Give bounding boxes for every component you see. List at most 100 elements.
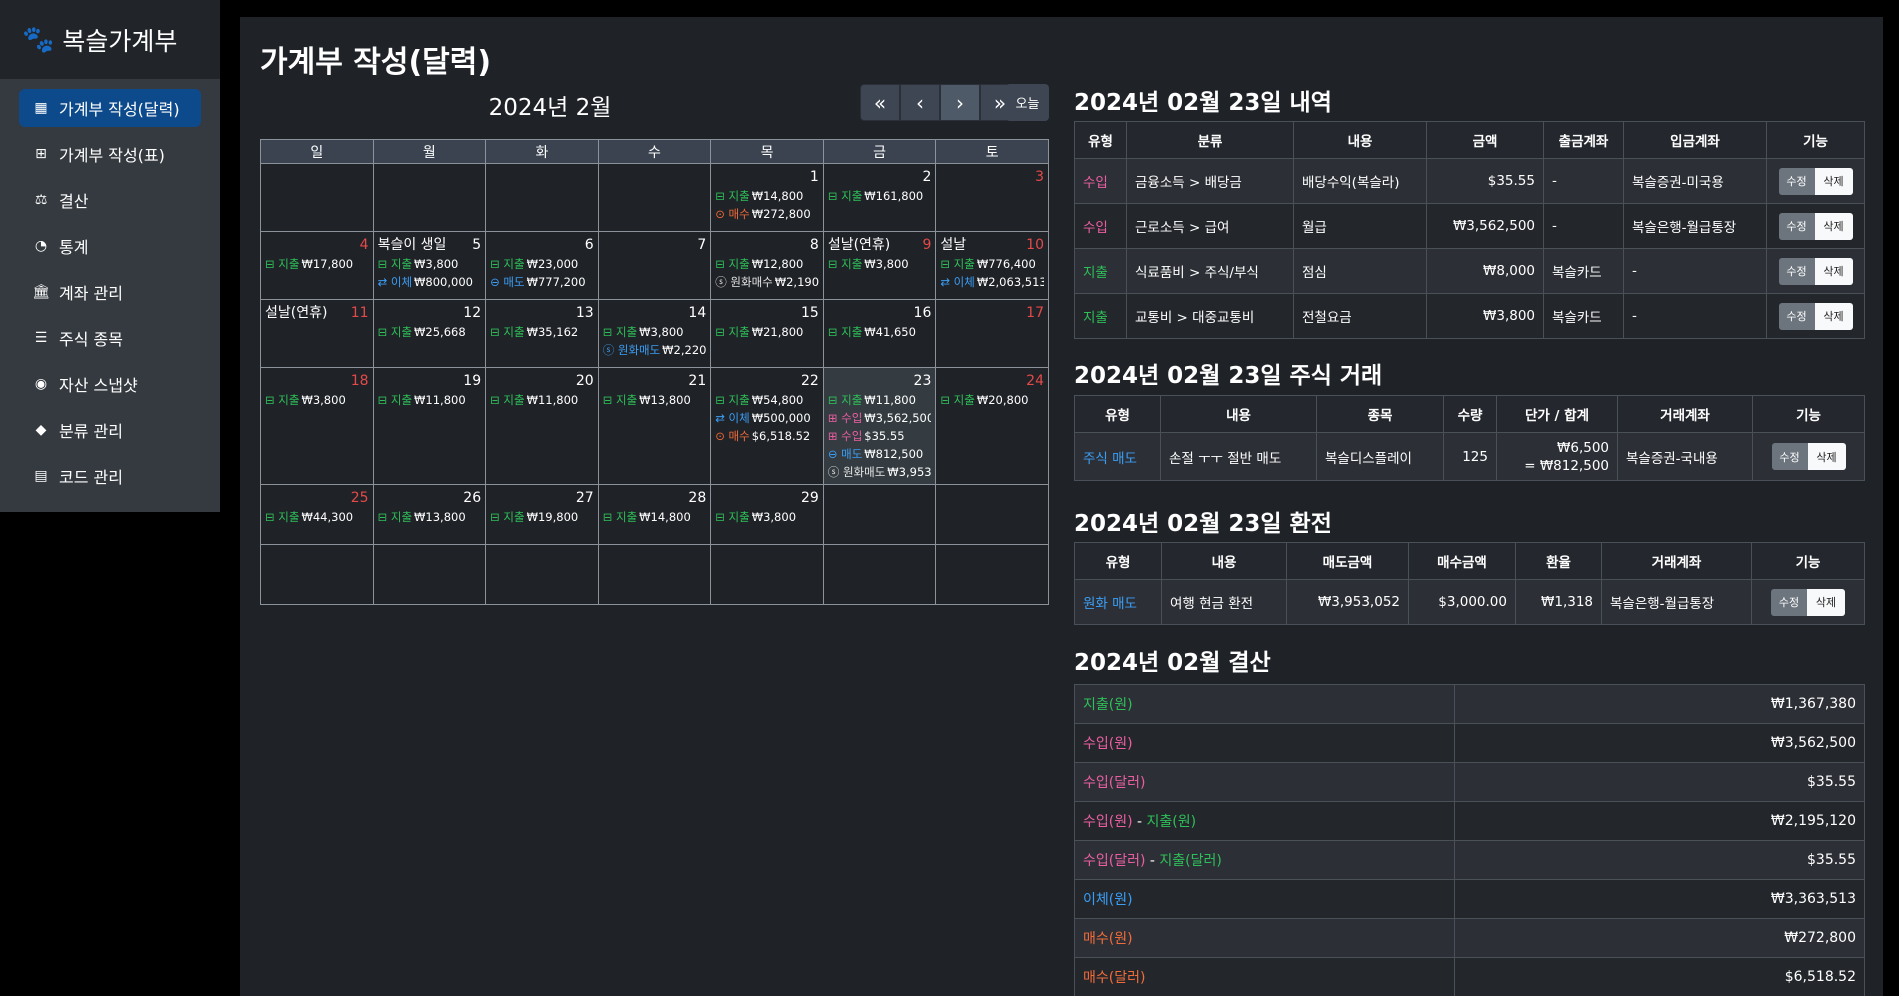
calendar-event[interactable]: ⊟ 지출 ₩11,800	[490, 391, 594, 409]
table-row[interactable]: 수입 금융소득 > 배당금 배당수익(복슬라) $35.55- 복슬증권-미국용 수정 삭제	[1074, 158, 1865, 204]
brand[interactable]: 🐾 복슬가계부	[0, 0, 220, 79]
sidebar-item-5[interactable]: ☰ 주식 종목	[19, 319, 201, 357]
calendar-day-cell[interactable]: 21 ⊟ 지출 ₩13,800	[597, 367, 712, 485]
table-row[interactable]: 주식 매도 손절 ㅜㅜ 절반 매도 복슬디스플레이 125 ₩6,500 = ₩812,5…	[1074, 432, 1865, 481]
calendar-event[interactable]: ⊟ 지출 ₩13,800	[603, 391, 707, 409]
sidebar-item-7[interactable]: ◆ 분류 관리	[19, 411, 201, 449]
calendar-event[interactable]: ⊟ 지출 ₩25,668	[378, 323, 482, 341]
table-row[interactable]: 지출 식료품비 > 주식/부식 점심 ₩8,000 복슬카드 - 수정 삭제	[1074, 248, 1865, 294]
calendar-event[interactable]: ⊟ 지출 ₩161,800	[828, 187, 932, 205]
calendar-event[interactable]: ⊟ 지출 ₩41,650	[828, 323, 932, 341]
calendar-event[interactable]: ⊙ 매수 $6,518.52	[715, 427, 819, 445]
calendar-event[interactable]: ⊟ 지출 ₩17,800	[265, 255, 369, 273]
sidebar-item-1[interactable]: ⊞ 가계부 작성(표)	[19, 135, 201, 173]
delete-button[interactable]: 삭제	[1807, 588, 1845, 616]
calendar-event[interactable]: ⊟ 지출 ₩14,800	[715, 187, 819, 205]
calendar-day-cell[interactable]: 1 ⊟ 지출 ₩14,800 ⊙ 매수 ₩272,800	[710, 163, 824, 232]
calendar-event[interactable]: ⊟ 지출 ₩21,800	[715, 323, 819, 341]
calendar-day-cell[interactable]: 25 ⊟ 지출 ₩44,300	[260, 484, 374, 545]
calendar-day-cell[interactable]: 15 ⊟ 지출 ₩21,800	[710, 299, 824, 368]
calendar-event[interactable]: ⊟ 지출 ₩3,800	[378, 255, 482, 273]
calendar-event[interactable]: ⊖ 매도 ₩812,500	[828, 445, 932, 463]
sidebar-item-6[interactable]: ◉ 자산 스냅샷	[19, 365, 201, 403]
edit-button[interactable]: 수정	[1778, 212, 1815, 240]
delete-button[interactable]: 삭제	[1814, 167, 1853, 195]
calendar-event[interactable]: ⊟ 지출 ₩3,800	[828, 255, 932, 273]
calendar-day-cell[interactable]: 27 ⊟ 지출 ₩19,800	[485, 484, 599, 545]
calendar-event[interactable]: ⊟ 지출 ₩776,400	[940, 255, 1044, 273]
calendar-event[interactable]: ⇄ 이체 ₩800,000	[378, 273, 482, 291]
calendar-event[interactable]: ⊟ 지출 ₩3,800	[603, 323, 707, 341]
delete-button[interactable]: 삭제	[1814, 257, 1853, 285]
sidebar-item-0[interactable]: ▦ 가계부 작성(달력)	[19, 89, 201, 127]
calendar-day-cell[interactable]: 6 ⊟ 지출 ₩23,000 ⊖ 매도 ₩777,200	[485, 231, 599, 300]
delete-button[interactable]: 삭제	[1807, 443, 1846, 470]
edit-button[interactable]: 수정	[1778, 302, 1815, 330]
calendar-event[interactable]: ⊟ 지출 ₩11,800	[378, 391, 482, 409]
summary-label: 매수(원)	[1074, 918, 1455, 958]
calendar-day-cell[interactable]: 23 ⊟ 지출 ₩11,800 ⊞ 수입 ₩3,562,500 ⊞ 수입 $35.55 ⊖ 매…	[822, 367, 937, 485]
prev-month-button[interactable]: ‹	[900, 84, 940, 121]
calendar-day-cell[interactable]: 2 ⊟ 지출 ₩161,800	[822, 163, 937, 232]
table-row[interactable]: 지출 교통비 > 대중교통비 전철요금 ₩3,800 복슬카드 - 수정 삭제	[1074, 293, 1865, 339]
calendar-event[interactable]: ⊞ 수입 $35.55	[828, 427, 932, 445]
calendar-event[interactable]: ⊟ 지출 ₩44,300	[265, 508, 369, 526]
calendar-event[interactable]: ⓢ 원화매도₩3,953,0	[828, 463, 932, 481]
calendar-event[interactable]: ⊟ 지출 ₩35,162	[490, 323, 594, 341]
delete-button[interactable]: 삭제	[1814, 302, 1853, 330]
calendar-event[interactable]: ⊟ 지출 ₩11,800	[828, 391, 932, 409]
calendar-day-cell[interactable]: 24 ⊟ 지출 ₩20,800	[935, 367, 1049, 485]
calendar-event[interactable]: ⊟ 지출 ₩12,800	[715, 255, 819, 273]
calendar-day-cell[interactable]: 20 ⊟ 지출 ₩11,800	[485, 367, 599, 485]
calendar-event[interactable]: ⊟ 지출 ₩19,800	[490, 508, 594, 526]
calendar-event[interactable]: ⊟ 지출 ₩23,000	[490, 255, 594, 273]
calendar-day-cell[interactable]: 12 ⊟ 지출 ₩25,668	[372, 299, 487, 368]
calendar-day-cell[interactable]: 복슬이 생일 5 ⊟ 지출 ₩3,800 ⇄ 이체 ₩800,000	[372, 231, 487, 300]
sidebar-item-3[interactable]: ◔ 통계	[19, 227, 201, 265]
sidebar-item-2[interactable]: ⚖ 결산	[19, 181, 201, 219]
calendar-event[interactable]: ⊟ 지출 ₩54,800	[715, 391, 819, 409]
calendar-event[interactable]: ⊟ 지출 ₩14,800	[603, 508, 707, 526]
calendar-day-cell[interactable]: 설날 10 ⊟ 지출 ₩776,400 ⇄ 이체 ₩2,063,513	[935, 231, 1049, 300]
calendar-day-cell[interactable]: 설날(연휴) 9 ⊟ 지출 ₩3,800	[822, 231, 937, 300]
table-row[interactable]: 원화 매도 여행 현금 환전 ₩3,953,052 $3,000.00 ₩1,318 복슬…	[1074, 579, 1865, 625]
edit-button[interactable]: 수정	[1771, 443, 1808, 470]
calendar-event[interactable]: ⊟ 지출 ₩13,800	[378, 508, 482, 526]
calendar-day-cell[interactable]: 17	[935, 299, 1049, 368]
calendar-day-cell[interactable]: 14⊟ 지출₩3,800ⓢ 원화매도₩2,220,0	[597, 299, 712, 368]
edit-button[interactable]: 수정	[1771, 588, 1807, 616]
calendar-event[interactable]: ⇄ 이체 ₩2,063,513	[940, 273, 1044, 291]
today-button[interactable]: 오늘	[1006, 84, 1049, 121]
calendar-day-cell[interactable]: 26 ⊟ 지출 ₩13,800	[372, 484, 487, 545]
sidebar-item-8[interactable]: ▤ 코드 관리	[19, 457, 201, 495]
edit-button[interactable]: 수정	[1778, 257, 1815, 285]
calendar-event[interactable]: ⓢ 원화매수₩2,190,0	[715, 273, 819, 291]
calendar-day-cell[interactable]: 22 ⊟ 지출 ₩54,800 ⇄ 이체 ₩500,000 ⊙ 매수 $6,518.52	[710, 367, 824, 485]
calendar-event[interactable]: ⊙ 매수 ₩272,800	[715, 205, 819, 223]
delete-button[interactable]: 삭제	[1814, 212, 1853, 240]
calendar-event[interactable]: ⊟ 지출 ₩3,800	[265, 391, 369, 409]
edit-button[interactable]: 수정	[1778, 167, 1815, 195]
calendar-event[interactable]: ⊟ 지출 ₩20,800	[940, 391, 1044, 409]
prev-year-button[interactable]: «	[860, 84, 900, 121]
calendar-day-cell[interactable]: 4 ⊟ 지출 ₩17,800	[260, 231, 374, 300]
calendar-day-cell[interactable]: 13 ⊟ 지출 ₩35,162	[485, 299, 599, 368]
day-header: 4	[265, 235, 369, 255]
table-row[interactable]: 수입 근로소득 > 급여 월급 ₩3,562,500- 복슬은행-월급통장 수정 삭제	[1074, 203, 1865, 249]
calendar-day-cell[interactable]: 8⊟ 지출₩12,800ⓢ 원화매수₩2,190,0	[710, 231, 824, 300]
next-month-button[interactable]: ›	[940, 84, 980, 121]
sidebar-item-4[interactable]: 🏛 계좌 관리	[19, 273, 201, 311]
calendar-day-cell[interactable]: 19 ⊟ 지출 ₩11,800	[372, 367, 487, 485]
calendar-day-cell[interactable]: 16 ⊟ 지출 ₩41,650	[822, 299, 937, 368]
calendar-day-cell[interactable]: 7	[597, 231, 712, 300]
calendar-event[interactable]: ⊟ 지출 ₩3,800	[715, 508, 819, 526]
calendar-event[interactable]: ⊖ 매도 ₩777,200	[490, 273, 594, 291]
calendar-day-cell[interactable]: 28 ⊟ 지출 ₩14,800	[597, 484, 712, 545]
calendar-day-cell[interactable]: 3	[935, 163, 1049, 232]
calendar-day-cell[interactable]: 설날(연휴) 11	[260, 299, 374, 368]
calendar-event[interactable]: ⇄ 이체 ₩500,000	[715, 409, 819, 427]
calendar-day-cell[interactable]: 18 ⊟ 지출 ₩3,800	[260, 367, 374, 485]
calendar-event[interactable]: ⊞ 수입 ₩3,562,500	[828, 409, 932, 427]
calendar-event[interactable]: ⓢ 원화매도₩2,220,0	[603, 341, 707, 359]
calendar-day-cell[interactable]: 29 ⊟ 지출 ₩3,800	[710, 484, 824, 545]
